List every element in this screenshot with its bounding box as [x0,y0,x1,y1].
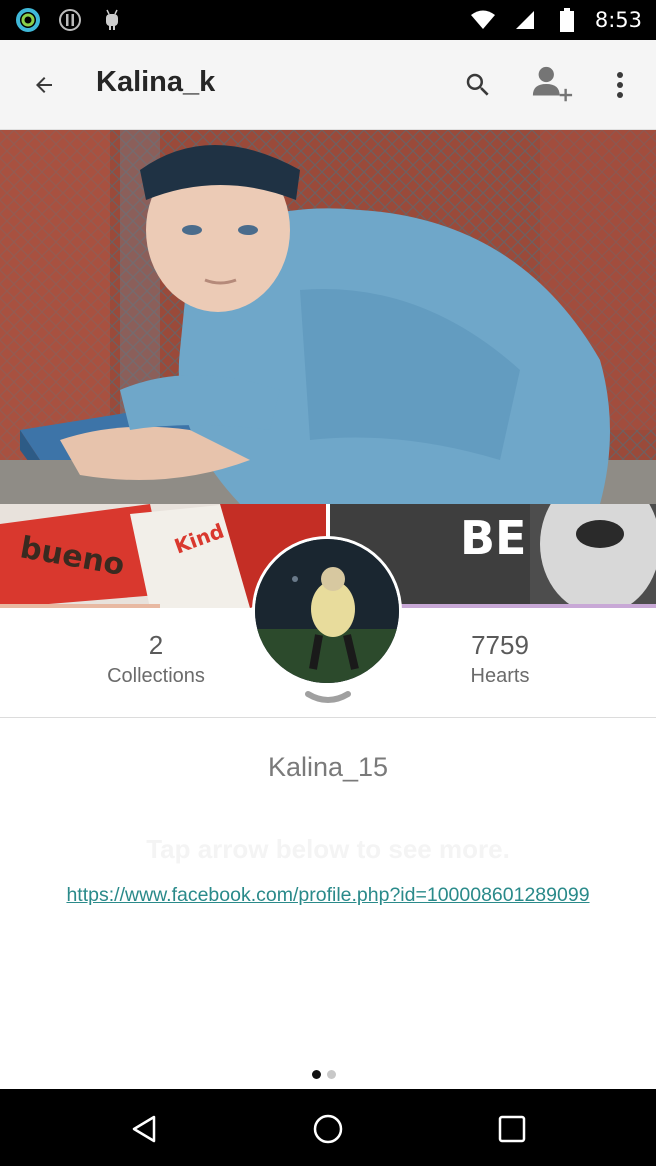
status-time: 8:53 [594,8,642,32]
square-recents-icon [498,1115,526,1143]
wifi-icon [469,6,497,34]
hearts-count: 7759 [471,630,529,660]
nav-back-button[interactable] [122,1107,166,1151]
battery-icon [553,6,581,34]
collections-stat[interactable]: 2 Collections [56,630,256,688]
hint-text: Tap arrow below to see more. [146,834,510,864]
page-indicator [312,1070,336,1079]
page-title: Kalina_k [96,66,216,98]
cover-photo[interactable] [0,130,656,504]
status-bar: 8:53 [0,0,656,40]
profile-username: Kalina_15 [267,752,389,782]
avatar[interactable] [252,536,402,686]
chevron-down-icon [305,691,351,703]
alert-icon [56,6,84,34]
search-icon [466,73,489,96]
circle-home-icon [313,1114,343,1144]
add-user-icon [532,66,573,102]
nav-recents-button[interactable] [490,1107,534,1151]
expand-chevron-button[interactable] [304,690,352,708]
hearts-label: Hearts [470,665,530,687]
system-nav-bar [0,1089,656,1166]
more-options-button[interactable] [598,63,642,107]
collections-count: 2 [148,630,164,660]
app-bar: Kalina_k [0,40,656,130]
thumb-overlay-text: BE [460,511,526,565]
more-vert-icon [617,72,623,98]
triangle-back-icon [132,1115,156,1143]
profile-link[interactable]: https://www.facebook.com/profile.php?id=… [0,884,656,907]
back-button[interactable] [22,63,66,107]
back-arrow-icon [36,77,52,93]
add-user-button[interactable] [530,63,574,107]
nav-home-button[interactable] [306,1107,350,1151]
circle-status-icon [14,6,42,34]
page-dot [327,1070,336,1079]
page-dot-active [312,1070,321,1079]
hearts-stat[interactable]: 7759 Hearts [400,630,600,688]
collections-label: Collections [107,665,205,687]
android-icon [98,6,126,34]
search-button[interactable] [456,63,500,107]
signal-icon [511,6,539,34]
